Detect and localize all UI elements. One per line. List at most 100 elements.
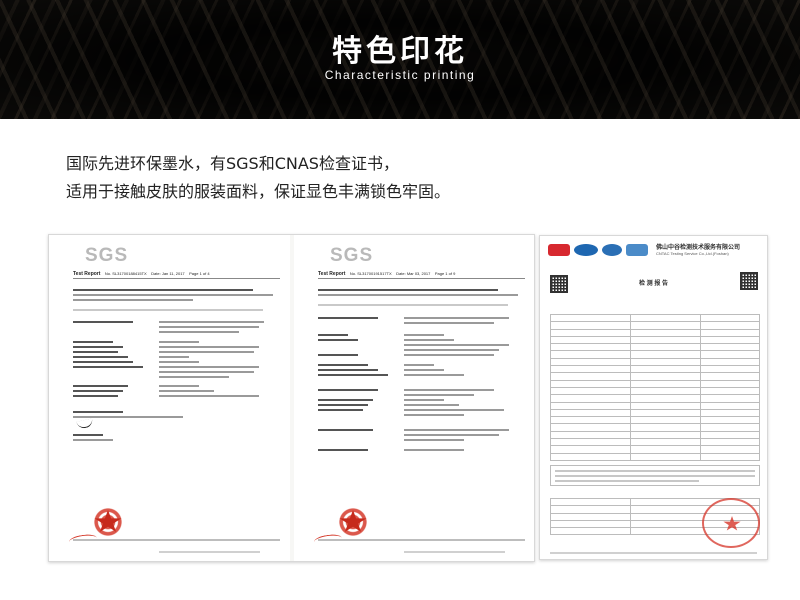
text-line xyxy=(318,304,508,306)
text-line xyxy=(404,434,499,436)
banner-title: 特色印花 xyxy=(332,34,468,69)
text-line xyxy=(404,374,464,376)
table-row xyxy=(550,423,760,432)
text-line xyxy=(318,289,498,291)
footer-text xyxy=(318,539,525,541)
text-line xyxy=(404,344,509,346)
text-line xyxy=(404,399,444,401)
text-line xyxy=(318,429,373,431)
text-line xyxy=(318,409,363,411)
text-line xyxy=(73,366,143,368)
text-line xyxy=(318,404,368,406)
table-row xyxy=(550,350,760,359)
table-row xyxy=(550,394,760,403)
table-row xyxy=(550,416,760,425)
table-row xyxy=(550,430,760,440)
text-line xyxy=(73,361,133,363)
sgs-logo: SGS xyxy=(330,245,374,266)
report-page: Page 1 of 9 xyxy=(434,271,456,276)
cal-logo-icon xyxy=(626,244,648,256)
text-line xyxy=(159,395,259,397)
cnas-logo-icon xyxy=(574,244,598,256)
text-line xyxy=(404,449,464,451)
text-line xyxy=(159,371,254,373)
text-line xyxy=(73,321,133,323)
table-row xyxy=(550,445,760,454)
table-row xyxy=(550,438,760,447)
text-line xyxy=(555,470,755,472)
text-line xyxy=(159,356,189,358)
text-line xyxy=(404,409,504,411)
text-line xyxy=(404,349,499,351)
notes-box xyxy=(550,465,760,486)
table-row xyxy=(550,321,760,330)
table-row xyxy=(550,452,760,461)
text-line xyxy=(318,399,373,401)
text-line xyxy=(404,389,494,391)
text-line xyxy=(404,414,464,416)
text-line xyxy=(159,366,259,368)
text-line xyxy=(159,351,254,353)
report-header-row: Test Report No. SL31700191517TX Date: Ma… xyxy=(318,271,525,277)
text-line xyxy=(159,361,199,363)
divider xyxy=(318,278,525,279)
text-line xyxy=(404,317,509,319)
report-number: No. SL31700188415TX xyxy=(104,271,147,276)
text-line xyxy=(73,439,113,441)
handwritten-mark xyxy=(313,533,343,547)
report-date: Date: Jan 11, 2017 xyxy=(151,271,185,276)
text-line xyxy=(404,404,459,406)
official-seal xyxy=(702,498,760,548)
text-line xyxy=(318,389,378,391)
text-line xyxy=(73,309,263,311)
sgs-logo: SGS xyxy=(85,245,129,266)
text-line xyxy=(318,339,358,341)
signature xyxy=(76,418,94,430)
testing-org-name: 佛山中谷检测技术服务有限公司 xyxy=(656,245,741,251)
sgs-report-page-2: SGS Test Report No. SL31700191517TX Date… xyxy=(294,235,534,561)
text-line xyxy=(318,294,518,296)
text-line xyxy=(159,376,229,378)
table-row xyxy=(550,357,760,367)
table-row xyxy=(550,343,760,352)
report-title: Test Report xyxy=(73,271,101,277)
text-line xyxy=(73,434,103,436)
intro-line-2: 适用于接触皮肤的服装面料，保证显色丰满锁色牢固。 xyxy=(66,182,451,201)
text-line xyxy=(73,341,113,343)
qr-code-icon xyxy=(740,272,758,290)
banner-subtitle: Characteristic printing xyxy=(324,68,476,82)
divider xyxy=(73,278,280,279)
text-line xyxy=(159,390,214,392)
text-line xyxy=(73,411,123,413)
text-line xyxy=(404,354,494,356)
report-title: 检 测 报 告 xyxy=(638,281,668,287)
text-line xyxy=(73,356,128,358)
text-line xyxy=(318,449,368,451)
text-line xyxy=(73,294,273,296)
report-date: Date: Mar 03, 2017 xyxy=(396,271,431,276)
text-line xyxy=(159,385,199,387)
header-banner: 特色印花 Characteristic printing xyxy=(0,0,800,119)
text-line xyxy=(318,374,388,376)
text-line xyxy=(318,364,368,366)
text-line xyxy=(159,326,259,328)
text-line xyxy=(404,334,444,336)
intro-line-1: 国际先进环保墨水，有SGS和CNAS检查证书， xyxy=(66,154,399,173)
report-title: Test Report xyxy=(318,271,346,277)
text-line xyxy=(318,369,378,371)
text-line xyxy=(73,299,193,301)
table-row xyxy=(550,379,760,388)
text-line xyxy=(73,385,128,387)
report-subtitle xyxy=(552,308,553,312)
text-line xyxy=(159,346,259,348)
text-line xyxy=(404,394,474,396)
text-line xyxy=(318,317,378,319)
report-number: No. SL31700191517TX xyxy=(349,271,392,276)
text-line xyxy=(404,429,509,431)
text-line xyxy=(73,289,253,291)
cnas-report-image: 佛山中谷检测技术服务有限公司 CNTAC Testing Service Co.… xyxy=(539,235,768,560)
footer-text xyxy=(550,552,757,554)
text-line xyxy=(555,480,699,482)
table-row xyxy=(550,408,760,418)
text-line xyxy=(73,346,123,348)
